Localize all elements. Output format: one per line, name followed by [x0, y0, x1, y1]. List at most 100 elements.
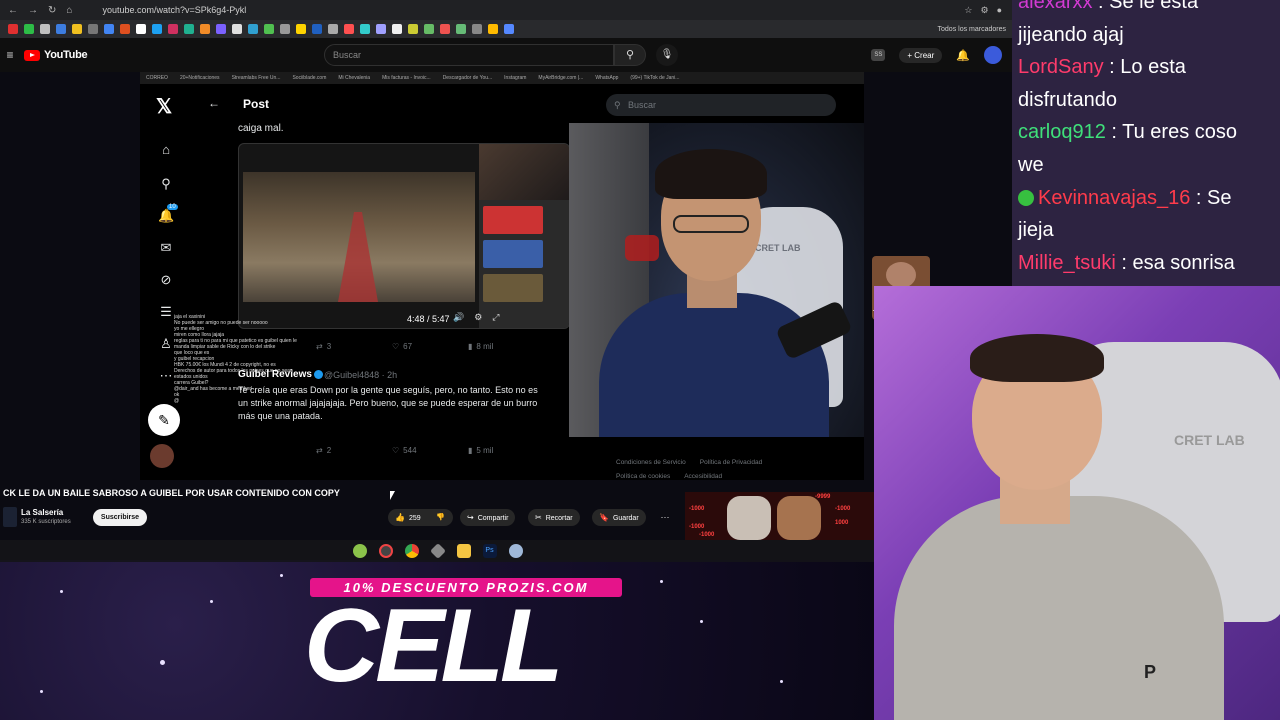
youtube-logo[interactable]: YouTube: [24, 49, 88, 61]
bookmark-icon[interactable]: [376, 24, 386, 34]
next-author-avatar: [150, 444, 174, 468]
bookmark-icon[interactable]: [232, 24, 242, 34]
bookmark-icon[interactable]: [392, 24, 402, 34]
channel-name[interactable]: La Salsería: [21, 508, 63, 517]
bookmark-icon[interactable]: [456, 24, 466, 34]
reload-icon[interactable]: ↻: [48, 5, 56, 16]
extension-icon[interactable]: ⚙: [980, 5, 988, 16]
footer-link: Accesibilidad: [684, 473, 723, 480]
notification-badge: 10: [167, 204, 178, 210]
chrome-icon[interactable]: [404, 544, 419, 558]
voice-search-button[interactable]: 🎙: [656, 44, 678, 66]
star-icon[interactable]: ☆: [964, 5, 972, 16]
more-icon: ⋯: [159, 368, 173, 383]
photoshop-icon[interactable]: Ps: [482, 544, 497, 558]
chat-separator: :: [1190, 186, 1208, 209]
chat-text: Se le esta: [1109, 0, 1199, 13]
like-button[interactable]: 👍 259: [388, 509, 428, 526]
bookmark-icon[interactable]: [472, 24, 482, 34]
app-icon[interactable]: [429, 543, 446, 559]
youtube-logo-text: YouTube: [44, 49, 88, 61]
bookmark-icon[interactable]: [344, 24, 354, 34]
bookmark-icon[interactable]: [136, 24, 146, 34]
dislike-button[interactable]: 👎: [428, 509, 453, 526]
bookmark-icon[interactable]: [40, 24, 50, 34]
bookmark-icon[interactable]: [104, 24, 114, 34]
chat-username[interactable]: alexarxx: [1018, 0, 1092, 13]
bookmark-icon[interactable]: [24, 24, 34, 34]
ss-icon[interactable]: SS: [871, 49, 886, 61]
menu-icon[interactable]: ≡: [0, 48, 20, 62]
bookmark-icon[interactable]: [504, 24, 514, 34]
share-icon: ↪: [467, 513, 474, 522]
folder-icon[interactable]: [456, 544, 471, 558]
webcam-person-body: [599, 293, 829, 437]
bookmark-icon[interactable]: [488, 24, 498, 34]
recommended-video-thumbnail[interactable]: -9999 -1000 -1000 -1000 1000 -1000: [685, 492, 875, 540]
subscribe-button[interactable]: Suscribirse: [93, 509, 147, 526]
bookmark-icon[interactable]: [200, 24, 210, 34]
bookmark-icon[interactable]: [88, 24, 98, 34]
bookmark-icon[interactable]: [296, 24, 306, 34]
chat-text: Se: [1207, 186, 1232, 209]
chat-text: jijeando ajaj: [1018, 23, 1124, 46]
chat-username[interactable]: Kevinnavajas_16: [1038, 187, 1190, 209]
rec-number: -9999: [815, 494, 831, 500]
bookmark-icon[interactable]: [248, 24, 258, 34]
views-icon: ▮: [468, 446, 473, 455]
chat-message: jieja: [1018, 214, 1276, 246]
save-button[interactable]: 🔖 Guardar: [592, 509, 646, 526]
video-player[interactable]: CORREO 20+Notificaciones Streamlabs Free U…: [140, 72, 864, 480]
bookmark-icon[interactable]: [120, 24, 130, 34]
channel-avatar[interactable]: [3, 507, 17, 527]
back-icon[interactable]: ←: [8, 5, 18, 16]
bookmark-icon[interactable]: [168, 24, 178, 34]
bookmark-icon[interactable]: [312, 24, 322, 34]
youtube-header: ≡ YouTube Buscar ⚲ 🎙 SS + Crear 🔔: [0, 38, 1012, 72]
chat-username[interactable]: LordSany: [1018, 56, 1104, 78]
obs-icon[interactable]: [378, 544, 393, 558]
bookmark-icon[interactable]: [328, 24, 338, 34]
more-actions-icon[interactable]: ⋯: [656, 509, 674, 526]
bookmark-icon[interactable]: [56, 24, 66, 34]
create-button[interactable]: + Crear: [899, 47, 943, 63]
bookmark-icon[interactable]: [184, 24, 194, 34]
account-avatar[interactable]: [984, 46, 1002, 64]
forward-icon[interactable]: →: [28, 5, 38, 16]
bookmark-icon[interactable]: [216, 24, 226, 34]
tweet-text: caiga mal.: [238, 123, 284, 134]
bookmark-icon[interactable]: [440, 24, 450, 34]
inner-bookmark: Mi Chevalenia: [338, 75, 371, 81]
home-icon[interactable]: ⌂: [66, 5, 72, 16]
bookmark-icon[interactable]: [408, 24, 418, 34]
heart-icon: ♡: [392, 342, 400, 351]
chat-separator: :: [1092, 0, 1110, 13]
x-logo-icon: 𝕏: [156, 96, 173, 118]
clip-button[interactable]: ✂ Recortar: [528, 509, 580, 526]
chat-message: disfrutando: [1018, 84, 1276, 116]
bookmark-icon[interactable]: [360, 24, 370, 34]
bookmark-icon[interactable]: [280, 24, 290, 34]
search-input[interactable]: Buscar: [324, 44, 614, 66]
bookmark-icon[interactable]: [264, 24, 274, 34]
chat-message: Millie_tsuki : esa sonrisa: [1018, 247, 1276, 279]
bookmark-icon[interactable]: [152, 24, 162, 34]
notifications-icon: 🔔: [158, 208, 175, 223]
chat-message: Kevinnavajas_16 : Se: [1018, 182, 1276, 214]
inner-bookmark: (99+) TikTok de Jani...: [630, 75, 680, 81]
bookmark-icon[interactable]: [8, 24, 18, 34]
chat-username[interactable]: carloq912: [1018, 121, 1106, 143]
search-button[interactable]: ⚲: [614, 44, 646, 66]
all-bookmarks-link[interactable]: Todos los marcadores: [938, 26, 1012, 33]
bookmark-icon[interactable]: [424, 24, 434, 34]
notifications-bell-icon[interactable]: 🔔: [956, 49, 970, 62]
share-button[interactable]: ↪ Compartir: [460, 509, 516, 526]
chat-username[interactable]: Millie_tsuki: [1018, 252, 1116, 274]
app-icon[interactable]: [352, 544, 367, 558]
profile-icon[interactable]: ●: [997, 5, 1002, 16]
url-field[interactable]: youtube.com/watch?v=SPk6g4-Pykl: [102, 5, 246, 15]
app-icon[interactable]: [508, 544, 523, 558]
bookmark-icon[interactable]: [72, 24, 82, 34]
youtube-play-icon: [625, 235, 659, 261]
embedded-video: 4:48 / 5:47 🔊 ⚙ ⤢: [238, 143, 570, 329]
